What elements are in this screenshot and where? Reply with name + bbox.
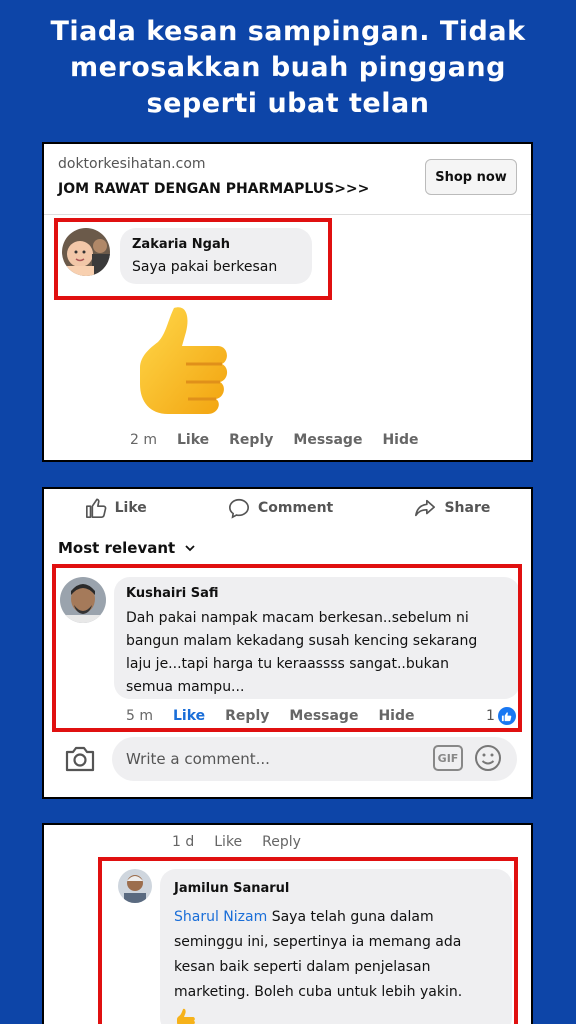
divider xyxy=(44,214,531,215)
shop-now-button[interactable]: Shop now xyxy=(425,159,517,195)
ad-source: doktorkesihatan.com xyxy=(58,156,206,172)
comment-actions: 2 m Like Reply Message Hide xyxy=(130,432,439,448)
screenshot-card-1: doktorkesihatan.com JOM RAWAT DENGAN PHA… xyxy=(42,142,533,462)
camera-icon[interactable] xyxy=(64,745,96,773)
reaction-bar: Like Comment Share xyxy=(44,493,531,523)
screenshot-card-3: 1 d Like Reply Jamilun Sanarul Sharul Ni… xyxy=(42,823,533,1024)
highlight-box xyxy=(98,857,518,1024)
like-label: Like xyxy=(114,500,147,516)
like-link[interactable]: Like xyxy=(214,834,242,850)
comment-actions: 1 d Like Reply xyxy=(172,834,321,850)
message-link[interactable]: Message xyxy=(293,432,362,448)
ad-title[interactable]: JOM RAWAT DENGAN PHARMAPLUS>>> xyxy=(58,181,369,197)
comment-composer: Write a comment... GIF xyxy=(58,737,517,781)
share-action[interactable]: Share xyxy=(414,497,490,519)
share-icon xyxy=(415,499,436,517)
comment-time: 1 d xyxy=(172,834,195,850)
chevron-down-icon xyxy=(185,545,196,552)
comment-time: 2 m xyxy=(130,432,157,448)
thumbs-up-icon xyxy=(85,498,107,518)
comment-action[interactable]: Comment xyxy=(228,497,333,519)
like-link[interactable]: Like xyxy=(177,432,209,448)
highlight-box xyxy=(52,564,522,732)
sort-label: Most relevant xyxy=(58,539,176,557)
headline-line-3: seperti ubat telan xyxy=(146,88,430,119)
emoji-icon[interactable] xyxy=(473,743,503,773)
highlight-box xyxy=(54,218,332,300)
headline-line-2: merosakkan buah pinggang xyxy=(70,52,506,83)
headline: Tiada kesan sampingan. Tidak merosakkan … xyxy=(20,14,556,122)
comment-label: Comment xyxy=(258,500,334,516)
like-action[interactable]: Like xyxy=(85,497,147,519)
hide-link[interactable]: Hide xyxy=(382,432,418,448)
headline-line-1: Tiada kesan sampingan. Tidak xyxy=(50,16,526,47)
reply-link[interactable]: Reply xyxy=(262,834,301,850)
thumbs-up-sticker-icon xyxy=(132,302,242,421)
comment-icon xyxy=(229,498,249,519)
reply-link[interactable]: Reply xyxy=(229,432,273,448)
gif-button[interactable]: GIF xyxy=(433,745,463,771)
screenshot-card-2: Like Comment Share Most relevant Kushair… xyxy=(42,487,533,799)
sort-dropdown[interactable]: Most relevant xyxy=(58,539,196,557)
share-label: Share xyxy=(444,500,491,516)
